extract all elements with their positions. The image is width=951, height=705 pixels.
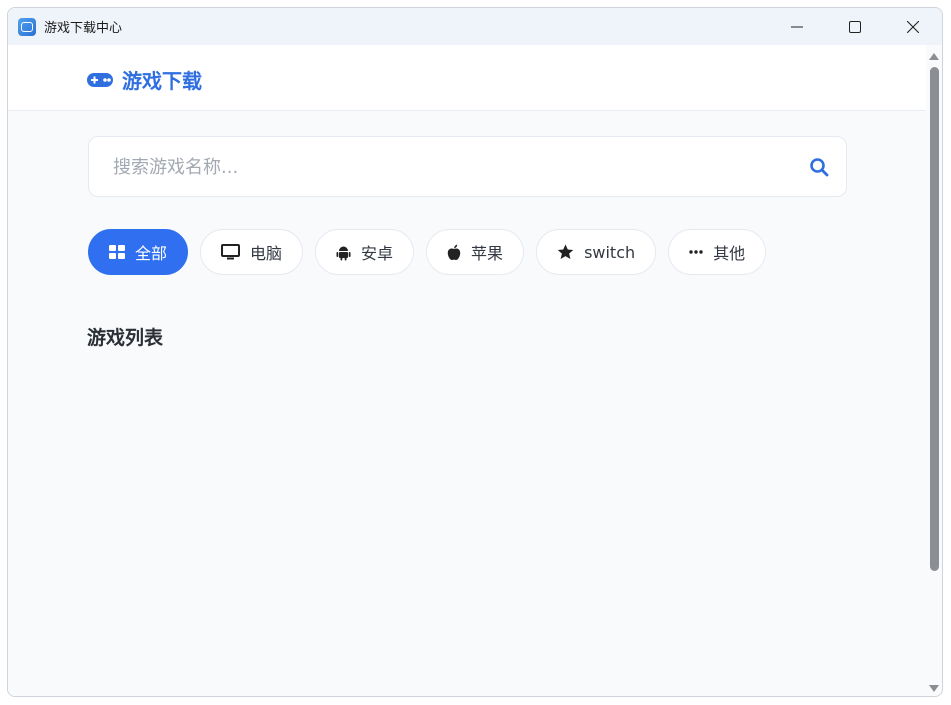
minimize-button[interactable]: [768, 8, 826, 45]
main-content: 全部 电脑: [8, 111, 928, 696]
search-box: [88, 136, 847, 198]
filter-label: 电脑: [250, 244, 283, 263]
vertical-scrollbar[interactable]: [926, 45, 942, 696]
search-button[interactable]: [808, 156, 830, 178]
window-title: 游戏下载中心: [44, 21, 123, 36]
scroll-up-arrow-icon[interactable]: [929, 53, 939, 60]
maximize-button[interactable]: [826, 8, 884, 45]
maximize-icon: [849, 20, 861, 33]
filter-android-chip[interactable]: 安卓: [315, 229, 415, 275]
search-icon: [810, 158, 829, 177]
filter-label: 安卓: [361, 244, 394, 263]
filter-other-chip[interactable]: 其他: [668, 229, 767, 275]
filter-all-chip[interactable]: 全部: [88, 229, 189, 275]
app-icon: [18, 17, 36, 36]
grid-icon: [109, 245, 125, 259]
filter-label: 其他: [713, 244, 746, 263]
gamepad-icon: [87, 72, 113, 87]
filter-label: 全部: [135, 244, 168, 263]
platform-filters: 全部 电脑 安卓 苹果 switch 其他: [88, 229, 767, 275]
scroll-thumb[interactable]: [930, 67, 939, 571]
game-list-title: 游戏列表: [87, 327, 164, 349]
apple-icon: [447, 244, 461, 261]
close-button[interactable]: [884, 8, 942, 45]
title-bar[interactable]: 游戏下载中心: [8, 8, 942, 45]
minimize-icon: [791, 26, 803, 27]
filter-label: switch: [584, 242, 636, 262]
page-header: 游戏下载: [8, 45, 928, 111]
filter-switch-chip[interactable]: switch: [536, 229, 657, 275]
window-controls: [768, 8, 942, 45]
filter-apple-chip[interactable]: 苹果: [426, 229, 525, 275]
brand[interactable]: 游戏下载: [86, 65, 202, 94]
star-icon: [557, 244, 574, 260]
ellipsis-icon: [689, 250, 703, 254]
filter-pc-chip[interactable]: 电脑: [200, 229, 304, 275]
monitor-icon: [221, 244, 241, 260]
app-window: 游戏下载中心 游戏下载 搜索游戏名称... 全部 电脑 安卓 苹果 switch…: [7, 7, 943, 697]
android-icon: [336, 244, 351, 261]
scroll-down-arrow-icon[interactable]: [929, 685, 939, 692]
search-input[interactable]: [111, 137, 795, 198]
brand-title: 游戏下载: [122, 69, 202, 93]
close-icon: [907, 20, 919, 33]
filter-label: 苹果: [471, 244, 504, 263]
